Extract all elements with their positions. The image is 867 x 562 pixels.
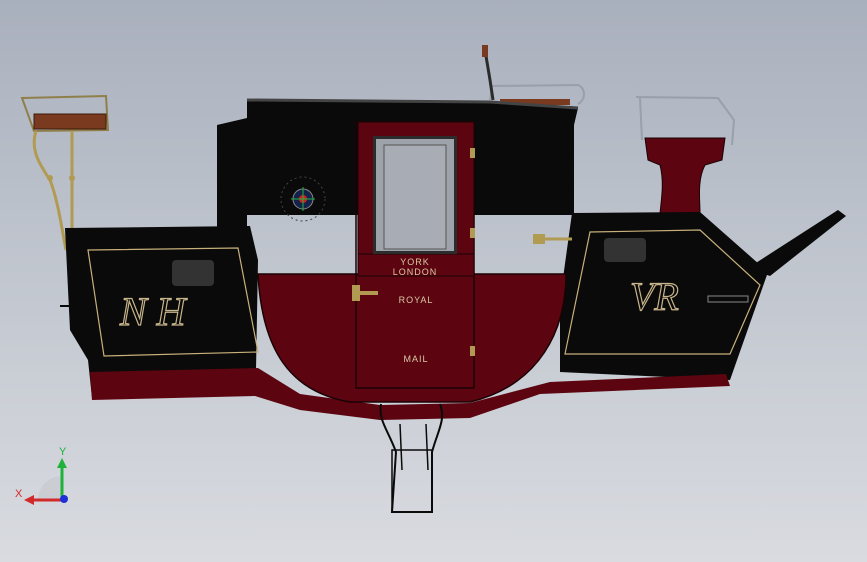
destination-london: LONDON <box>393 267 438 277</box>
roof-guard-rail <box>482 45 585 105</box>
boarding-step[interactable] <box>379 403 444 513</box>
coordinate-triad: X Y <box>15 446 68 505</box>
axis-x-label: X <box>15 488 23 500</box>
monogram-right: VR <box>630 274 679 319</box>
panel-word-mail: MAIL <box>403 354 428 364</box>
panel-word-royal: ROYAL <box>399 295 434 305</box>
axis-y-label: Y <box>59 446 67 458</box>
monogram-left: N H <box>119 289 188 334</box>
cad-viewport[interactable]: YORK LONDON ROYAL MAIL N H VR X Y <box>0 0 867 562</box>
driver-seat <box>644 137 726 214</box>
side-handle <box>533 234 572 244</box>
rear-luggage-rack <box>20 94 110 251</box>
lower-panel <box>257 273 567 403</box>
destination-york: YORK <box>400 257 430 267</box>
